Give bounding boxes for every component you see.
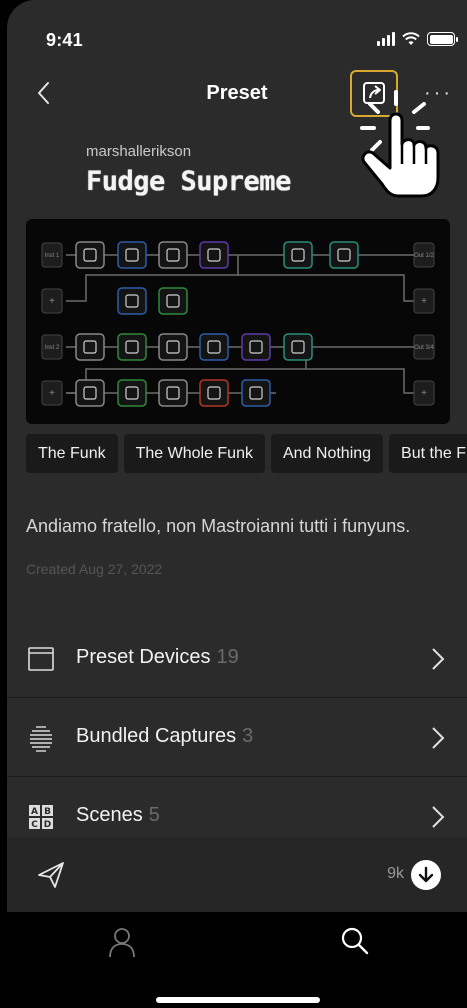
device-block	[199, 241, 229, 269]
device-block	[241, 333, 271, 361]
tag-chip[interactable]: And Nothing	[270, 434, 384, 473]
cellular-signal-icon	[377, 32, 395, 46]
device-block	[75, 333, 105, 361]
status-time: 9:41	[46, 30, 83, 50]
row-label: Preset Devices 19	[76, 646, 239, 668]
created-date: Created Aug 27, 2022	[26, 561, 163, 577]
row-label: Bundled Captures 3	[76, 725, 254, 747]
row-count: 3	[242, 725, 254, 747]
status-bar: 9:41	[7, 28, 467, 54]
tag-list: The Funk The Whole Funk And Nothing But …	[26, 434, 467, 473]
send-button[interactable]	[37, 861, 65, 889]
download-arrow-icon	[418, 866, 434, 883]
device-blocks	[75, 241, 359, 407]
section-list: Preset Devices 19 Bundled Captures 3 ABCD	[7, 619, 467, 856]
download-count: 9k	[387, 865, 404, 882]
wifi-icon	[402, 32, 420, 45]
search-tab-icon[interactable]	[340, 926, 370, 956]
svg-text:D: D	[44, 820, 51, 830]
input-2-label: Inst 2	[45, 345, 60, 351]
action-bar: 9k	[7, 837, 467, 912]
svg-text:C: C	[31, 820, 38, 830]
output-1-label: Out 1/2	[414, 253, 434, 259]
device-block	[199, 333, 229, 361]
capture-icon	[30, 726, 52, 752]
device-icon	[28, 647, 54, 671]
scenes-icon: A BC D	[29, 805, 53, 830]
output-2-label: Out 3/4	[414, 345, 434, 351]
preset-description: Andiamo fratello, non Mastroianni tutti …	[26, 516, 411, 536]
home-indicator	[156, 997, 320, 1003]
tag-chip[interactable]: The Whole Funk	[123, 434, 265, 473]
preset-devices-row[interactable]: Preset Devices 19	[7, 619, 467, 698]
chevron-right-icon	[432, 806, 445, 828]
device-block	[75, 241, 105, 269]
preset-name: Fudge Supreme	[86, 166, 291, 197]
device-block	[117, 379, 147, 407]
preset-author[interactable]: marshallerikson	[86, 143, 191, 160]
row-count: 19	[216, 646, 239, 668]
svg-text:A: A	[31, 807, 38, 817]
device-block	[158, 333, 188, 361]
device-block	[117, 287, 147, 315]
tag-chip[interactable]: But the F	[389, 434, 467, 473]
device-block	[199, 379, 229, 407]
app-screen: 9:41 Preset ··· marshallerikson Fudge Su…	[7, 0, 467, 1008]
device-block	[158, 379, 188, 407]
device-block	[75, 379, 105, 407]
svg-text:B: B	[44, 807, 51, 817]
tab-bar	[7, 912, 467, 1008]
device-block	[117, 333, 147, 361]
chevron-right-icon	[432, 727, 445, 749]
status-icons	[377, 32, 458, 46]
profile-tab-icon[interactable]	[108, 926, 136, 958]
download-button[interactable]	[411, 860, 441, 890]
signal-chain-diagram[interactable]: Inst 1 + Inst 2 + Out 1/2 + Out 3/4 +	[26, 219, 450, 424]
chevron-right-icon	[432, 648, 445, 670]
row-label: Scenes 5	[76, 804, 160, 826]
tap-hand-icon	[360, 90, 440, 198]
row-count: 5	[148, 804, 160, 826]
add-input-icon: +	[49, 296, 55, 307]
bundled-captures-row[interactable]: Bundled Captures 3	[7, 698, 467, 777]
signal-chain-svg: Inst 1 + Inst 2 + Out 1/2 + Out 3/4 +	[41, 241, 435, 407]
device-block	[283, 241, 313, 269]
device-block	[117, 241, 147, 269]
device-block	[329, 241, 359, 269]
device-block	[241, 379, 271, 407]
device-block	[158, 241, 188, 269]
add-output-icon: +	[421, 388, 427, 399]
input-1-label: Inst 1	[45, 253, 60, 259]
add-input-icon: +	[49, 388, 55, 399]
add-output-icon: +	[421, 296, 427, 307]
battery-icon	[427, 32, 458, 46]
tag-chip[interactable]: The Funk	[26, 434, 118, 473]
device-block	[158, 287, 188, 315]
device-block	[283, 333, 313, 361]
